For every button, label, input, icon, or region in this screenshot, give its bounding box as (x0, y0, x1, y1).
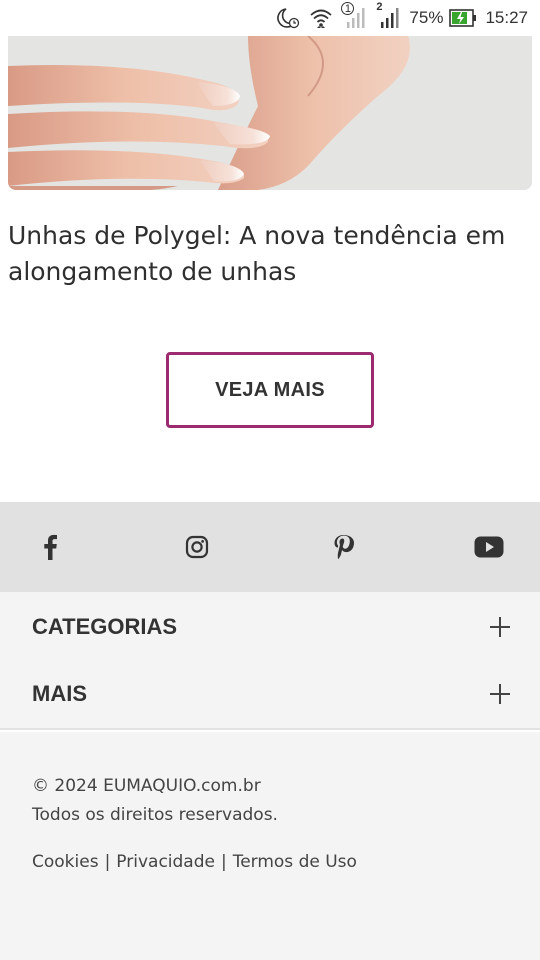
link-separator: | (104, 852, 111, 872)
battery-icon (449, 6, 477, 30)
privacy-link[interactable]: Privacidade (116, 852, 215, 872)
battery-status: 75% (409, 6, 477, 30)
link-separator: | (220, 852, 227, 872)
signal-sim1-icon: 1 (341, 2, 367, 30)
see-more-button[interactable]: VEJA MAIS (166, 352, 374, 428)
facebook-icon[interactable] (36, 533, 64, 561)
expand-plus-icon[interactable] (490, 684, 510, 704)
footer-section-categorias[interactable]: CATEGORIAS (0, 594, 540, 660)
article-image[interactable] (8, 36, 532, 190)
footer-menu: CATEGORIAS MAIS (0, 592, 540, 730)
signal-sim2-icon: 2 (375, 1, 401, 30)
manicured-hand-illustration (8, 36, 532, 190)
social-bar (0, 502, 540, 592)
copyright-text: © 2024 EUMAQUIO.com.br (32, 776, 261, 796)
do-not-disturb-icon (275, 6, 301, 30)
wifi-icon (309, 6, 333, 30)
cookies-link[interactable]: Cookies (32, 852, 99, 872)
youtube-icon[interactable] (474, 533, 504, 561)
copyright-area: © 2024 EUMAQUIO.com.br Todos os direitos… (0, 732, 540, 960)
expand-plus-icon[interactable] (490, 617, 510, 637)
instagram-icon[interactable] (183, 533, 211, 561)
status-bar: 1 2 75% 15:27 (0, 0, 540, 36)
rights-text: Todos os direitos reservados. (32, 805, 278, 825)
pinterest-icon[interactable] (329, 533, 357, 561)
battery-percent: 75% (409, 8, 444, 27)
footer-links: Cookies | Privacidade | Termos de Uso (32, 852, 357, 872)
footer-section-mais[interactable]: MAIS (0, 661, 540, 727)
footer-section-label: CATEGORIAS (32, 614, 178, 639)
sim2-label: 2 (376, 1, 383, 13)
terms-link[interactable]: Termos de Uso (233, 852, 357, 872)
article-title[interactable]: Unhas de Polygel: A nova tendência em al… (8, 218, 532, 290)
footer-section-label: MAIS (32, 681, 87, 706)
clock: 15:27 (485, 8, 528, 27)
